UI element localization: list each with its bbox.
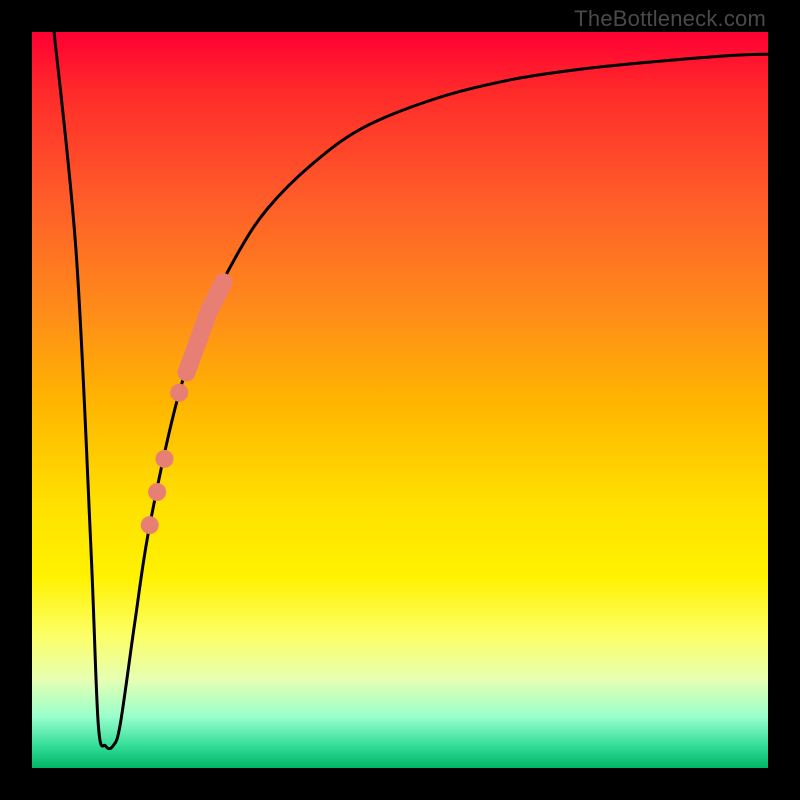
watermark-text: TheBottleneck.com <box>574 6 766 32</box>
chart-plot-area <box>0 0 800 800</box>
